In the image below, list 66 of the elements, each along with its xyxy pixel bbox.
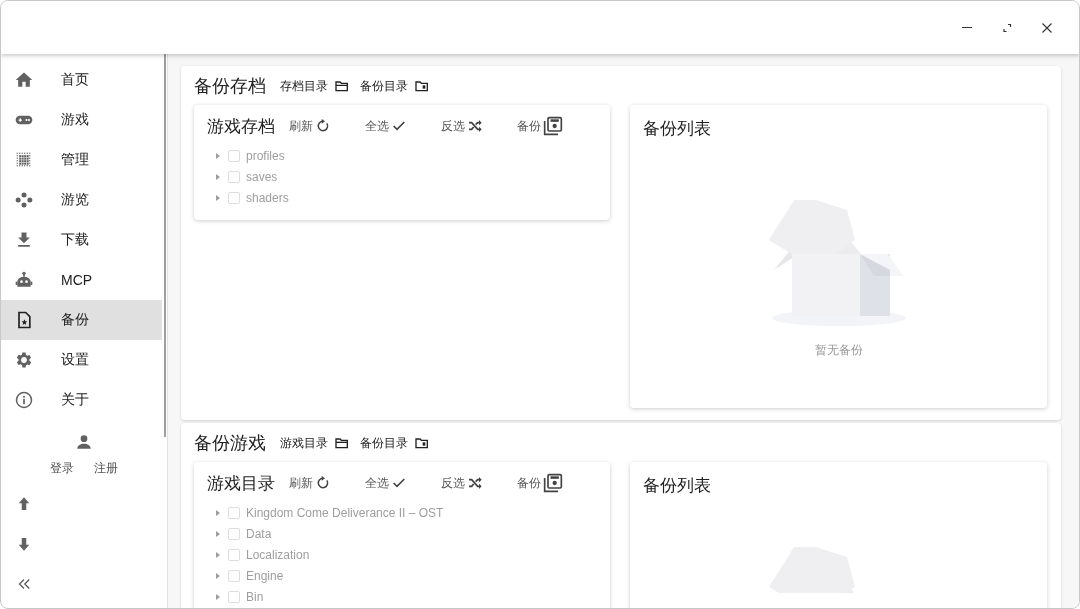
maximize-icon [1001,21,1013,34]
checkbox[interactable] [228,548,240,561]
folder-icon [334,78,350,94]
home-icon [14,70,34,90]
folder-link[interactable]: 存档目录 [278,77,358,95]
caret-icon[interactable] [214,529,222,538]
gear-icon [14,350,34,370]
checkbox[interactable] [228,527,240,540]
shuffle-icon [467,118,483,134]
checkbox[interactable] [228,590,240,603]
caret-icon[interactable] [214,592,222,601]
checkbox[interactable] [228,191,240,204]
refresh-icon [315,118,331,134]
caret-icon[interactable] [214,571,222,580]
caret-icon[interactable] [214,151,222,160]
checkbox[interactable] [228,170,240,183]
folder-link[interactable]: 备份目录 [358,434,438,452]
folder-link[interactable]: 游戏目录 [278,434,358,452]
sidebar-item[interactable]: MCP [1,260,162,300]
section-title: 备份游戏 [194,432,266,455]
save-icon [543,116,563,136]
scrollbar[interactable] [164,54,166,437]
caret-icon[interactable] [214,508,222,517]
login-link[interactable]: 登录 [50,460,74,476]
action-button[interactable]: 全选 [365,117,441,135]
folder-link[interactable]: 备份目录 [358,77,438,95]
action-button[interactable]: 备份 [517,473,593,493]
dots-icon [14,190,34,210]
user-icon [74,432,94,452]
action-button[interactable]: 反选 [441,474,517,492]
card-title: 备份列表 [643,475,712,497]
sidebar-item[interactable]: 备份 [1,300,162,340]
info-icon [14,390,34,410]
action-button[interactable]: 备份 [517,116,593,136]
folder-icon [414,78,430,94]
robot-icon [14,270,34,290]
section-title: 备份存档 [194,75,266,98]
action-button[interactable]: 反选 [441,117,517,135]
save-icon [543,473,563,493]
refresh-icon [315,475,331,491]
close-icon [1041,21,1053,34]
folder-icon [414,435,430,451]
action-button[interactable]: 刷新 [289,474,365,492]
caret-icon[interactable] [214,550,222,559]
sidebar-item[interactable]: 下载 [1,220,162,260]
caret-icon[interactable] [214,172,222,181]
folder-icon [334,435,350,451]
card-title: 游戏存档 [207,115,275,138]
sidebar-item[interactable]: 管理 [1,140,162,180]
action-button[interactable]: 刷新 [289,117,365,135]
sidebar-item[interactable]: 设置 [1,340,162,380]
shuffle-icon [467,475,483,491]
empty-message: 暂无备份 [814,342,863,359]
register-link[interactable]: 注册 [94,460,118,476]
checkbox[interactable] [228,569,240,582]
action-button[interactable]: 全选 [365,474,441,492]
sidebar-item[interactable]: 游戏 [1,100,162,140]
sidebar-item[interactable]: 关于 [1,380,162,420]
checkbox[interactable] [228,149,240,162]
checkbox[interactable] [228,506,240,519]
sidebar-item[interactable]: 首页 [1,60,162,100]
card-title: 备份列表 [643,118,712,140]
minimize-icon [961,27,973,28]
caret-icon[interactable] [214,193,222,202]
sidebar-item[interactable]: 游览 [1,180,162,220]
card-title: 游戏目录 [207,472,275,495]
